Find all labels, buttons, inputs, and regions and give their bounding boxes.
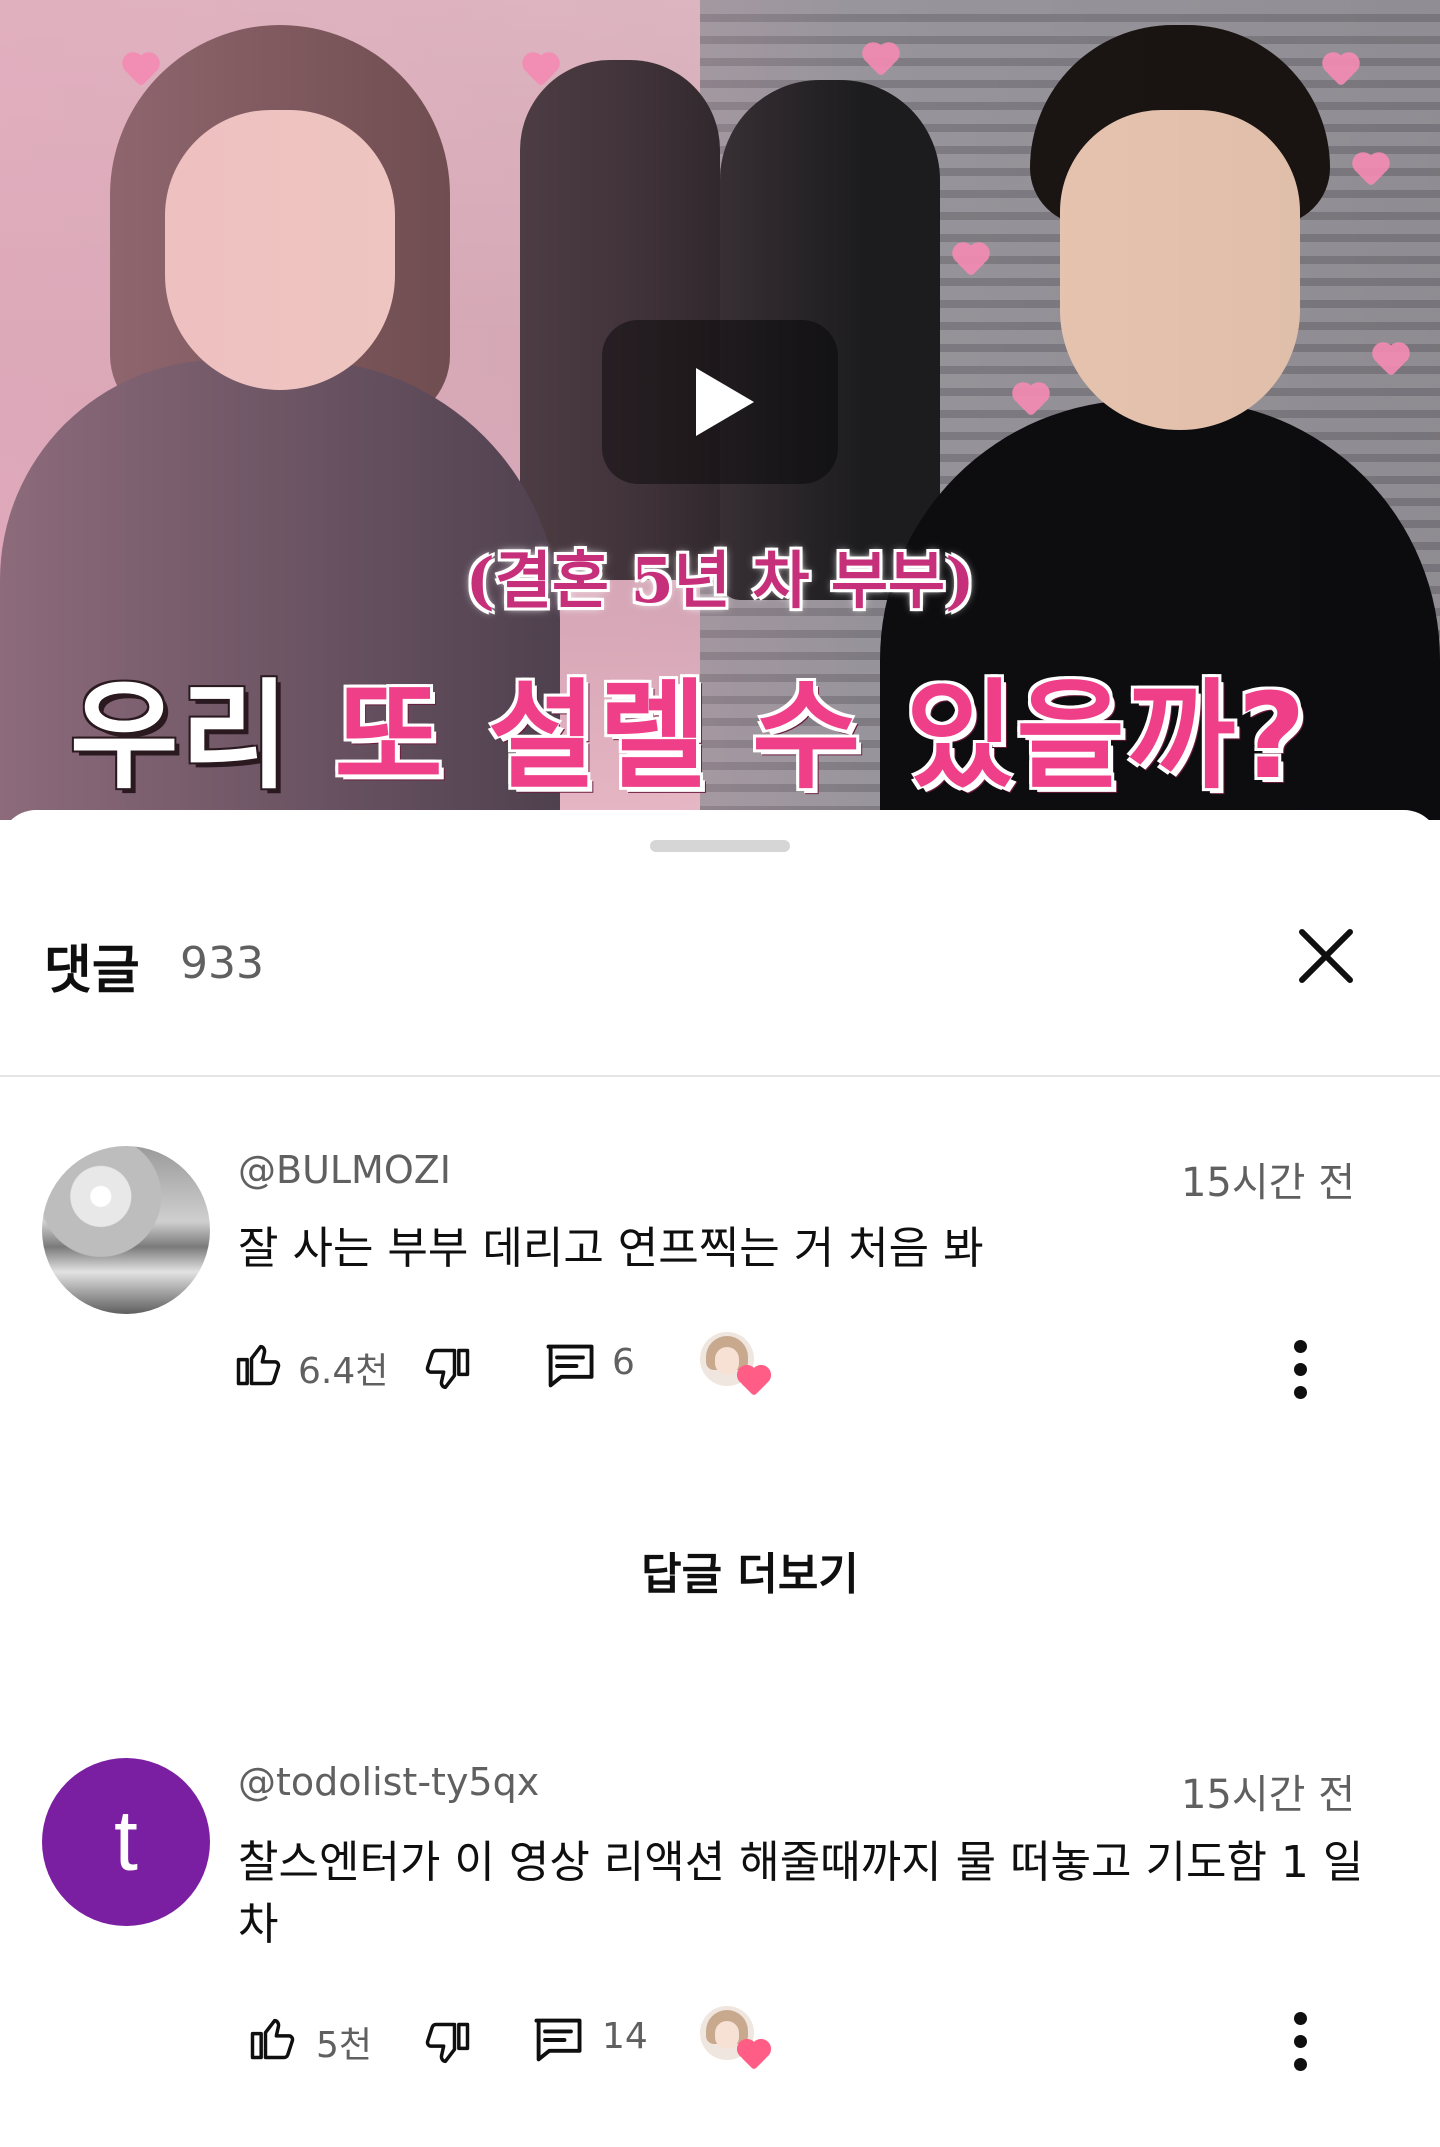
like-icon[interactable] [232,1338,284,1390]
reply-icon[interactable] [542,1340,598,1392]
comment-author[interactable]: @todolist-ty5qx [238,1760,539,1804]
dislike-icon[interactable] [422,2018,474,2070]
close-icon[interactable] [1296,926,1356,986]
thumbnail-title: 우리 또 설렐 수 있을까? [70,640,1308,811]
comment-time: 15시간 전 [1180,1772,1355,1818]
comment-author[interactable]: @BULMOZI [238,1148,451,1192]
reply-count: 6 [612,1342,635,1383]
more-options-icon[interactable] [1290,1340,1310,1409]
thumbnail-title-white: 우리 [70,667,292,805]
like-count: 5천 [316,2025,373,2066]
reply-count: 14 [602,2016,648,2057]
view-more-replies-button[interactable]: 답글 더보기 [0,1538,1440,1602]
video-player[interactable]: (결혼 5년 차 부부) 우리 또 설렐 수 있을까? [0,0,1440,820]
thumbnail-subtitle: (결혼 5년 차 부부) [465,544,975,617]
header-divider [0,1075,1440,1077]
play-button[interactable] [602,320,838,484]
comment-text: 찰스엔터가 이 영상 리액션 해줄때까지 물 떠놓고 기도함 1 일차 [238,1837,1364,1950]
dislike-icon[interactable] [422,1344,474,1396]
like-icon[interactable] [246,2012,298,2064]
reply-icon[interactable] [530,2014,586,2066]
like-count: 6.4천 [298,1351,389,1392]
comment-time: 15시간 전 [1180,1160,1355,1206]
avatar[interactable]: t [42,1758,210,1926]
comment-text: 잘 사는 부부 데리고 연프찍는 거 처음 봐 [238,1223,984,1274]
comments-count: 933 [180,938,264,989]
more-options-icon[interactable] [1290,2012,1310,2081]
thumbnail-title-pink: 또 설렐 수 있을까? [334,667,1308,805]
comments-title: 댓글 [44,941,140,1001]
sheet-drag-handle[interactable] [650,840,790,852]
play-icon [696,368,754,436]
avatar[interactable] [42,1146,210,1314]
